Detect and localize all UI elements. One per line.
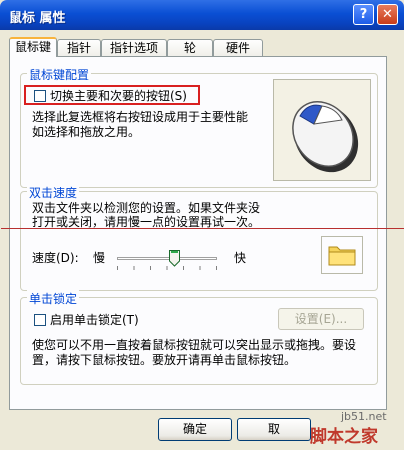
tab-panel: 鼠标键配置 切换主要和次要的按钮(S) 选择此复选框将右按钮设成用于主要性能 如… <box>1 56 404 410</box>
slow-label: 慢 <box>93 251 106 265</box>
tab-hardware[interactable]: 硬件 <box>213 39 263 56</box>
close-button[interactable]: ✕ <box>377 4 398 25</box>
click-lock-settings-button[interactable]: 设置(E)... <box>278 308 364 330</box>
double-click-description-line1: 双击文件夹以检测您的设置。如果文件夹没 <box>32 201 261 215</box>
tab-pointers[interactable]: 指针 <box>57 39 101 56</box>
click-lock-description-line1: 使您可以不用一直按着鼠标按钮就可以突出显示或拖拽。要设 <box>32 338 357 352</box>
tab-wheel[interactable]: 轮 <box>167 39 213 56</box>
double-click-group: 双击速度 双击文件夹以检测您的设置。如果文件夹没 打开或关闭，请用慢一点的设置再… <box>20 184 378 291</box>
tab-buttons[interactable]: 鼠标键 <box>9 37 57 57</box>
mouse-image <box>273 79 371 181</box>
slider-ticks <box>117 266 217 270</box>
tab-pointer-options[interactable]: 指针选项 <box>101 39 167 56</box>
help-button[interactable]: ? <box>353 4 374 25</box>
click-lock-checkbox[interactable] <box>34 314 46 326</box>
folder-icon <box>328 246 356 266</box>
switch-description-line2: 如选择和拖放之用。 <box>32 125 141 139</box>
help-icon: ? <box>359 7 368 22</box>
highlight-box <box>24 85 200 105</box>
mouse-icon <box>292 101 359 173</box>
title-bar[interactable]: 鼠标 属性 ? ✕ <box>0 0 404 30</box>
switch-description-line1: 选择此复选框将右按钮设成用于主要性能 <box>32 110 249 124</box>
double-click-description-line2: 打开或关闭，请用慢一点的设置再试一次。 <box>32 215 261 229</box>
cancel-button[interactable]: 取 <box>237 418 311 441</box>
slider-track <box>117 257 217 260</box>
watermark-name: 脚本之家 <box>310 427 378 447</box>
double-click-label: 双击速度 <box>27 184 80 201</box>
click-lock-label: 单击锁定 <box>27 290 80 307</box>
test-folder[interactable] <box>321 236 363 274</box>
speed-slider[interactable] <box>117 248 217 274</box>
close-icon: ✕ <box>382 7 393 22</box>
speed-label: 速度(D): <box>32 251 79 265</box>
watermark-site: jb51.net <box>341 410 387 423</box>
ok-button[interactable]: 确定 <box>158 418 232 441</box>
fast-label: 快 <box>234 251 247 265</box>
click-lock-group: 单击锁定 启用单击锁定(T) 设置(E)... 使您可以不用一直按着鼠标按钮就可… <box>20 290 378 385</box>
click-lock-enable-label[interactable]: 启用单击锁定(T) <box>50 313 139 327</box>
slider-thumb[interactable] <box>169 250 180 267</box>
annotation-line <box>1 228 404 229</box>
window-title: 鼠标 属性 <box>9 11 66 26</box>
click-lock-description-line2: 置，请按下鼠标按钮。要放开请再单击鼠标按钮。 <box>32 353 297 367</box>
button-config-label: 鼠标键配置 <box>27 66 92 83</box>
